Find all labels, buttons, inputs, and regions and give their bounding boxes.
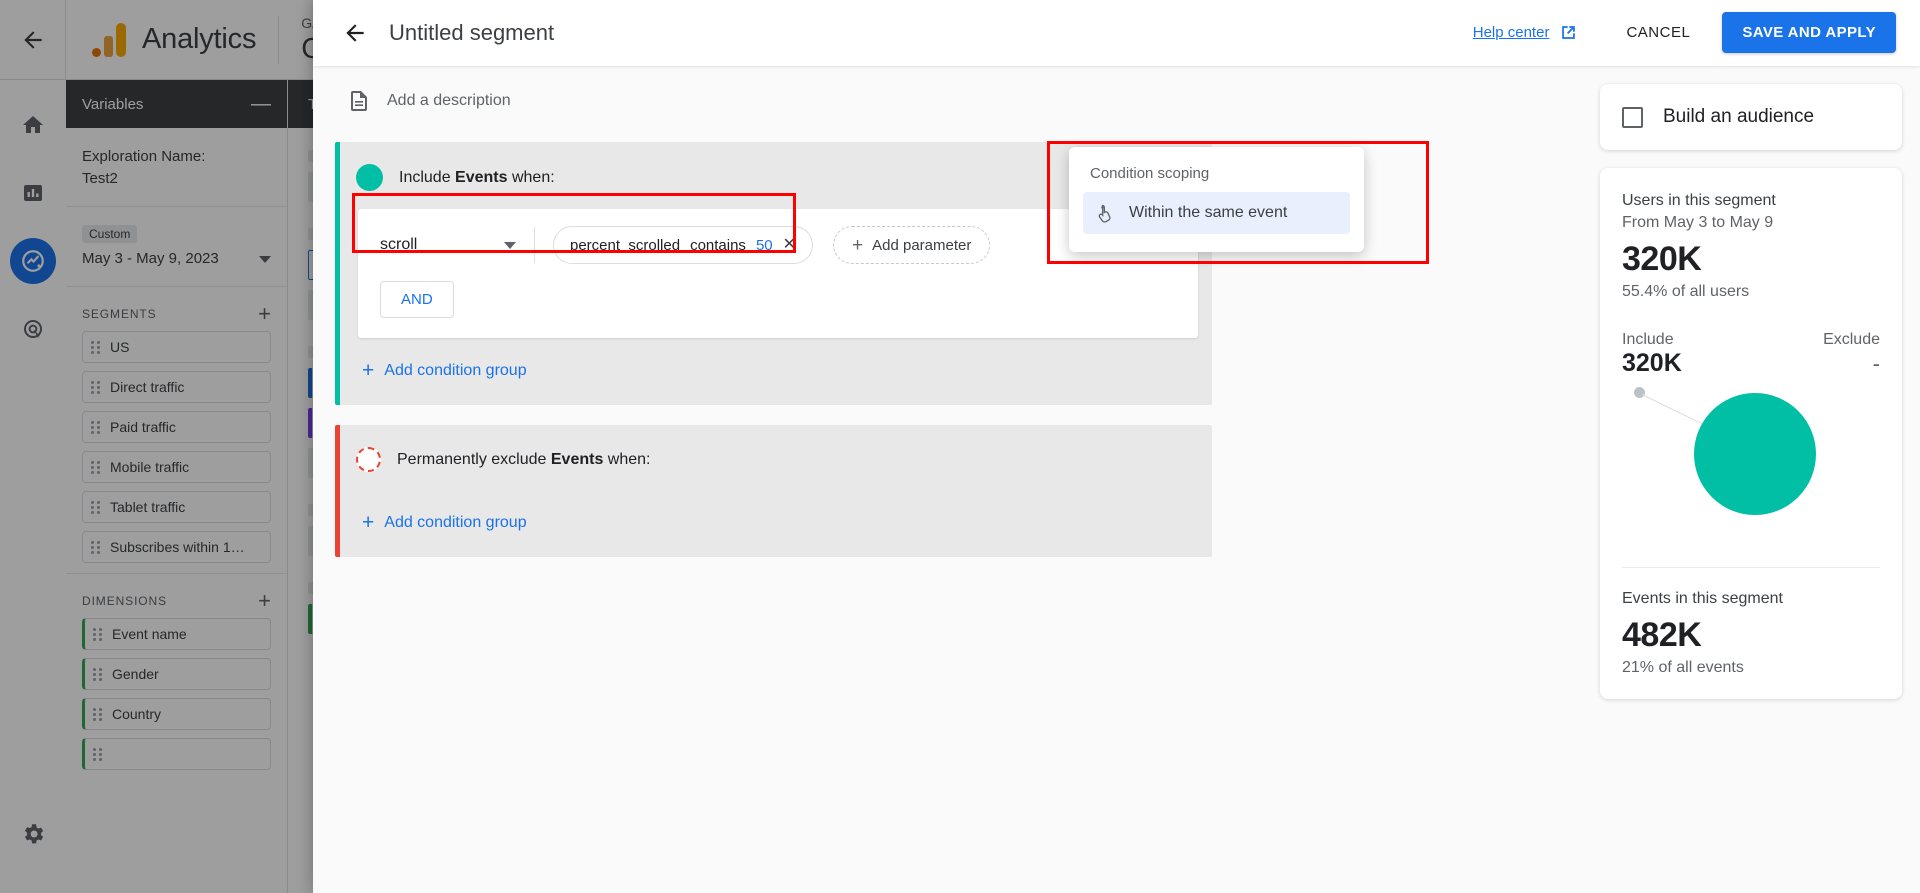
include-label: Include <box>1622 331 1674 349</box>
segment-definition-column: Add a description Include Events when: <box>313 66 1590 893</box>
segment-builder-modal: Untitled segment Help center CANCEL SAVE… <box>313 0 1920 893</box>
build-audience-checkbox[interactable] <box>1622 107 1643 128</box>
plus-icon: + <box>362 360 374 381</box>
scope-option-within-same-event[interactable]: Within the same event <box>1083 192 1350 234</box>
add-condition-group-label: Add condition group <box>384 362 526 380</box>
chevron-down-icon <box>504 242 516 249</box>
parameter-value: 50 <box>756 237 773 254</box>
summary-column: Build an audience Users in this segment … <box>1590 66 1920 893</box>
venn-leader-line <box>1642 394 1707 426</box>
build-audience-row[interactable]: Build an audience <box>1622 106 1880 128</box>
venn-include-circle <box>1694 393 1816 515</box>
add-parameter-label: Add parameter <box>872 237 971 254</box>
within-same-event-icon <box>1095 202 1115 224</box>
description-row[interactable]: Add a description <box>313 66 1590 114</box>
and-row: AND <box>358 281 1198 338</box>
exclude-group-header: Permanently exclude Events when: <box>340 425 1212 490</box>
plus-icon: + <box>362 512 374 533</box>
build-audience-card: Build an audience <box>1600 84 1902 150</box>
venn-anchor-dot <box>1634 387 1645 398</box>
exclude-prefix: Permanently exclude <box>397 451 546 468</box>
modal-back-button[interactable] <box>335 13 375 53</box>
events-percent: 21% of all events <box>1622 659 1880 677</box>
add-condition-group-include[interactable]: + Add condition group <box>340 338 1212 405</box>
events-value: 482K <box>1622 616 1880 655</box>
event-name-value: scroll <box>380 236 417 254</box>
and-button[interactable]: AND <box>380 281 454 318</box>
exclude-scope[interactable]: Events <box>551 451 603 468</box>
segment-summary-card: Users in this segment From May 3 to May … <box>1600 168 1902 699</box>
save-and-apply-button[interactable]: SAVE AND APPLY <box>1722 12 1896 53</box>
venn-diagram <box>1622 378 1880 553</box>
exclude-dot-icon <box>356 447 381 472</box>
include-dot-icon <box>356 164 383 191</box>
build-audience-label: Build an audience <box>1663 106 1814 128</box>
divider <box>1622 567 1880 568</box>
include-scope[interactable]: Events <box>455 169 507 186</box>
page-title[interactable]: Untitled segment <box>389 20 554 46</box>
add-condition-group-label: Add condition group <box>384 514 526 532</box>
condition-scoping-title: Condition scoping <box>1090 165 1350 182</box>
divider <box>534 227 535 263</box>
condition-scoping-popup: Condition scoping Within the same event <box>1069 147 1364 252</box>
description-placeholder: Add a description <box>387 92 511 110</box>
include-prefix: Include <box>399 169 451 186</box>
parameter-name: percent_scrolled <box>570 237 680 254</box>
users-value: 320K <box>1622 240 1880 279</box>
scope-option-label: Within the same event <box>1129 204 1287 222</box>
description-icon <box>347 88 371 114</box>
help-center-label: Help center <box>1473 24 1550 41</box>
modal-header: Untitled segment Help center CANCEL SAVE… <box>313 0 1920 66</box>
help-center-link[interactable]: Help center <box>1473 23 1579 42</box>
users-heading: Users in this segment <box>1622 190 1880 212</box>
event-name-select[interactable]: scroll <box>380 236 530 254</box>
arrow-left-icon <box>342 20 368 46</box>
close-icon[interactable]: ✕ <box>783 237 796 253</box>
include-value: 320K <box>1622 349 1682 378</box>
users-percent: 55.4% of all users <box>1622 283 1880 301</box>
exclude-group-title: Permanently exclude Events when: <box>397 451 651 469</box>
add-parameter-button[interactable]: + Add parameter <box>833 226 990 264</box>
external-link-icon <box>1559 23 1578 42</box>
exclude-value: - <box>1873 351 1880 377</box>
plus-icon: + <box>852 236 863 255</box>
include-exclude-values: 320K - <box>1622 349 1880 378</box>
users-date-range: From May 3 to May 9 <box>1622 212 1880 234</box>
parameter-filter-chip[interactable]: percent_scrolled contains 50 ✕ <box>553 226 813 264</box>
include-suffix: when: <box>512 169 555 186</box>
add-condition-group-exclude[interactable]: + Add condition group <box>340 490 1212 557</box>
exclude-suffix: when: <box>608 451 651 468</box>
include-group-title: Include Events when: <box>399 169 555 187</box>
include-exclude-labels: Include Exclude <box>1622 331 1880 349</box>
exclude-condition-group: Permanently exclude Events when: + Add c… <box>335 425 1212 557</box>
events-heading: Events in this segment <box>1622 588 1880 610</box>
exclude-label: Exclude <box>1823 331 1880 349</box>
cancel-button[interactable]: CANCEL <box>1612 14 1704 51</box>
parameter-operator: contains <box>690 237 746 254</box>
